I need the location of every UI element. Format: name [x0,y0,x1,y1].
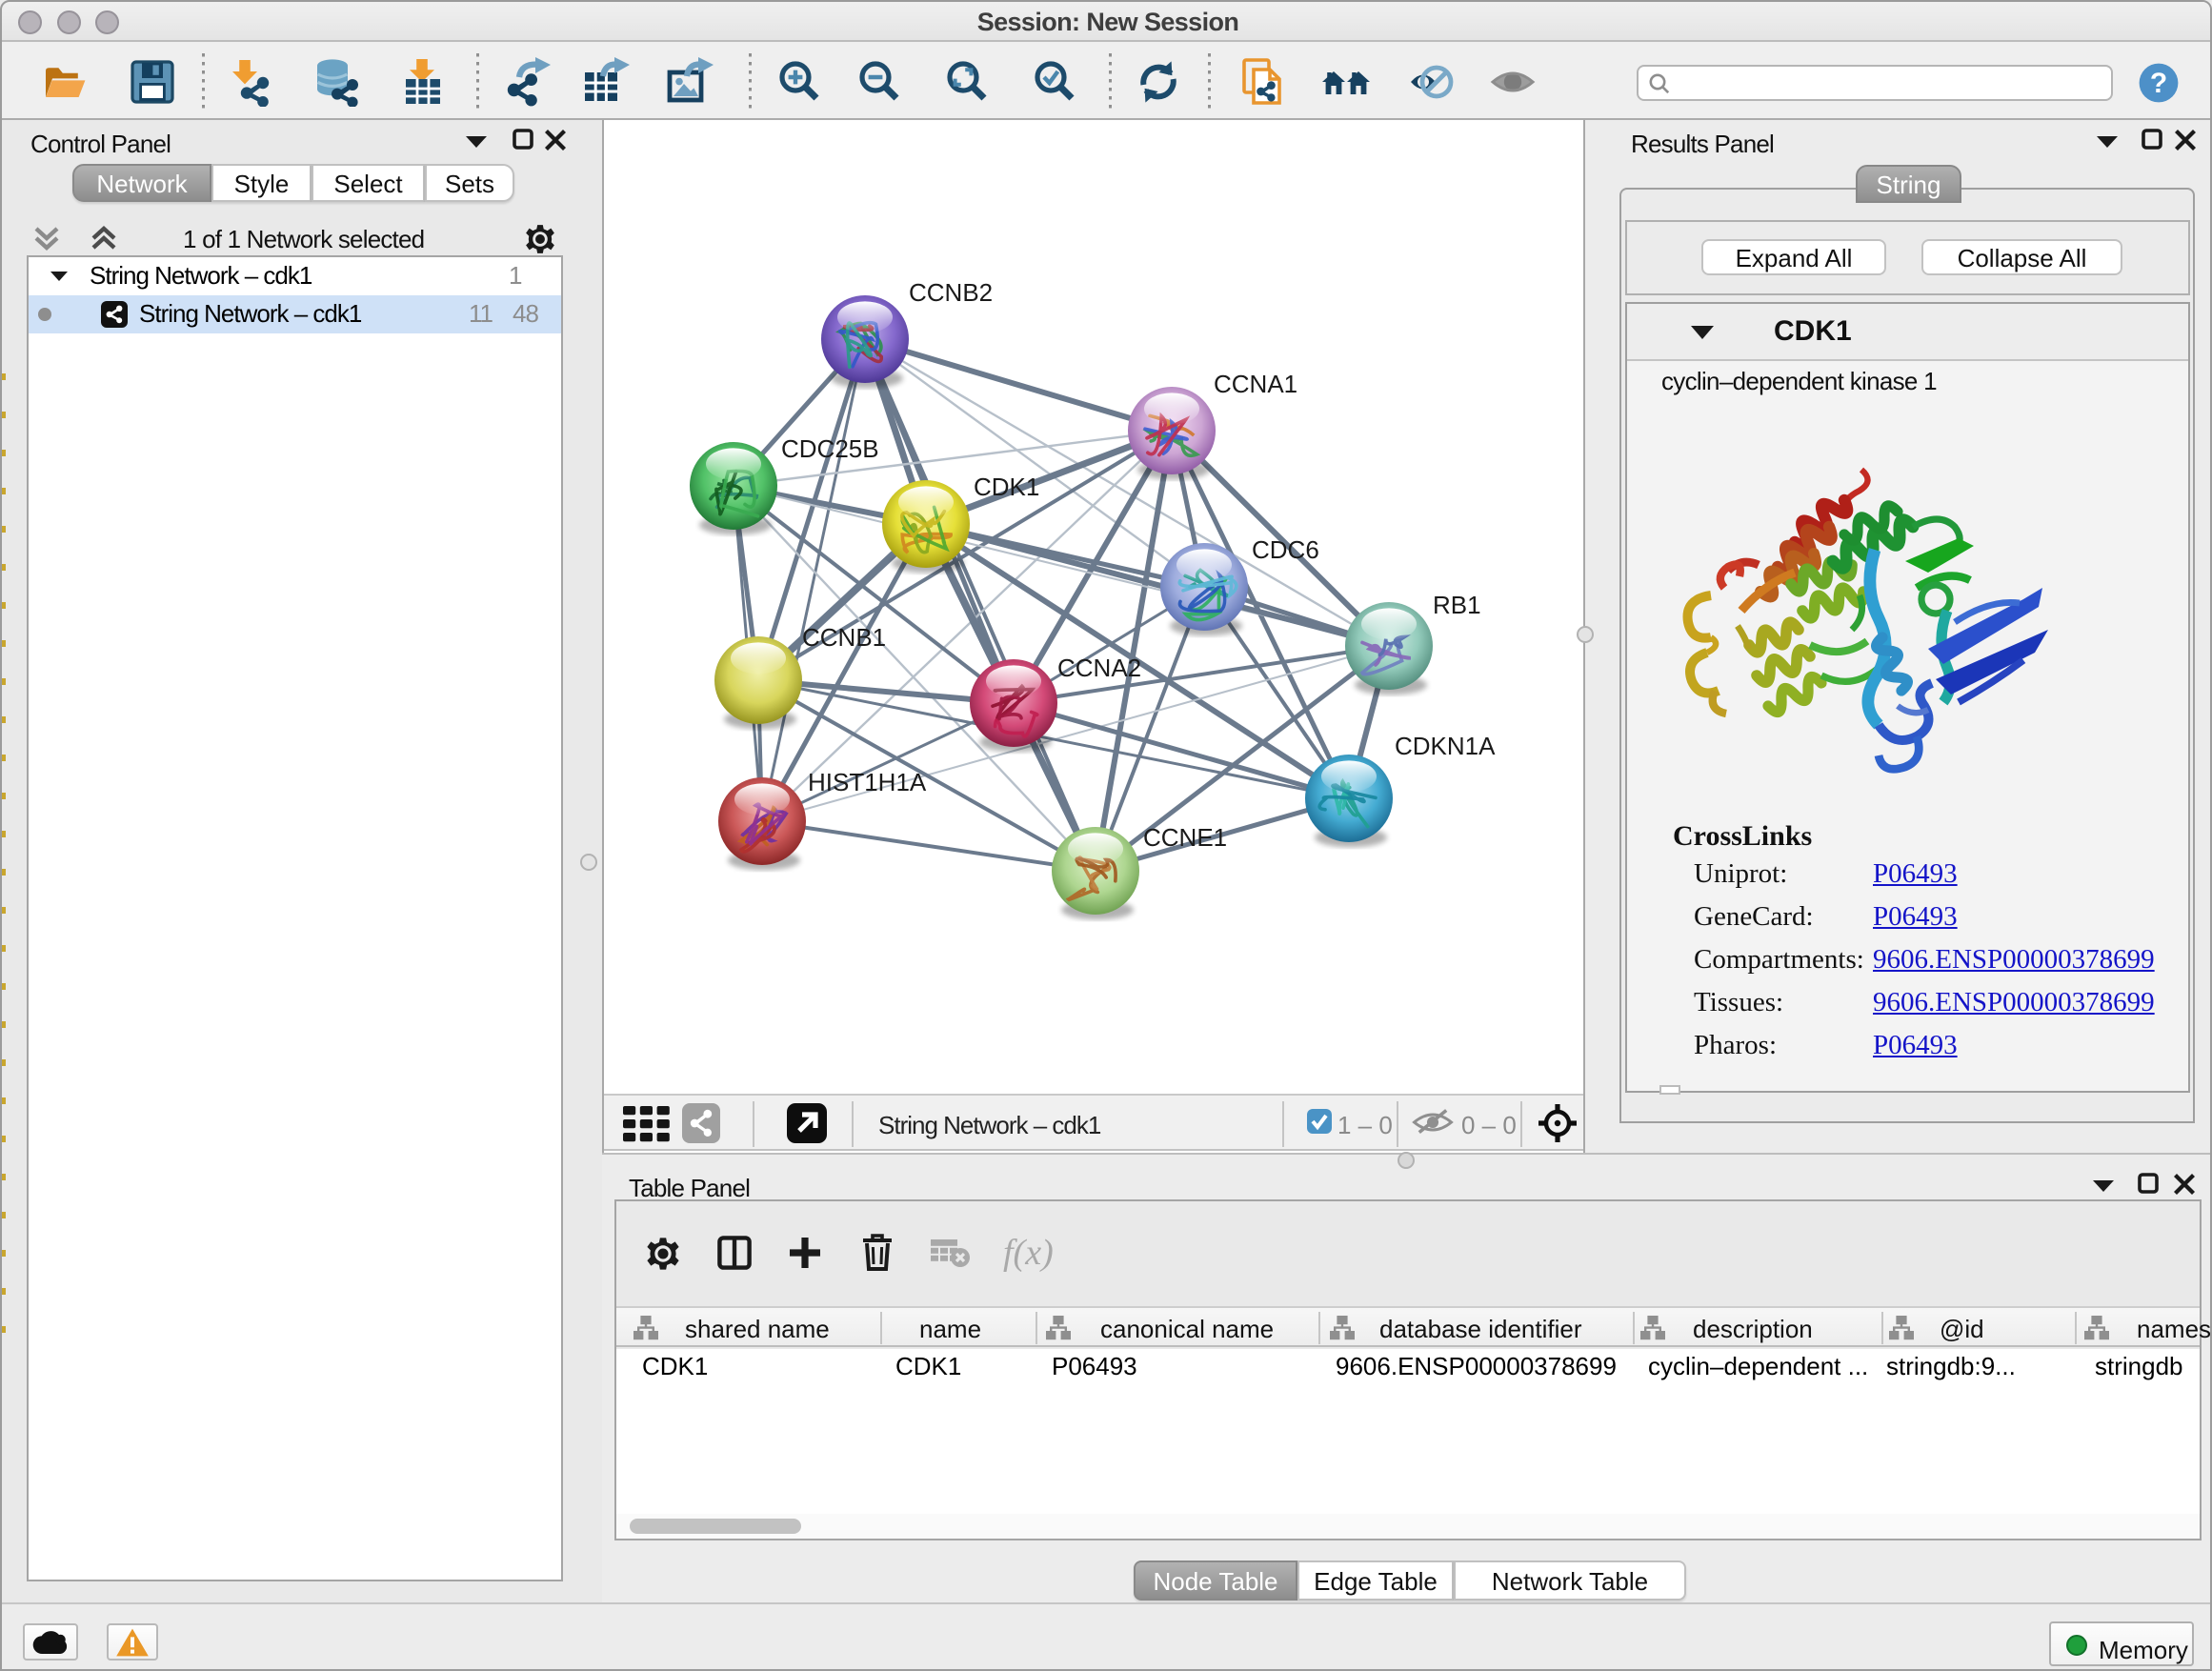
svg-text:CCNA1: CCNA1 [1214,370,1297,398]
svg-text:CCNE1: CCNE1 [1143,823,1227,852]
svg-text:CCNB1: CCNB1 [802,623,886,652]
svg-text:CDKN1A: CDKN1A [1395,732,1496,760]
svg-text:RB1: RB1 [1433,591,1481,619]
svg-text:?: ? [2150,68,2167,99]
svg-text:CDC6: CDC6 [1252,535,1319,564]
svg-text:CDC25B: CDC25B [781,434,879,463]
svg-text:CDK1: CDK1 [974,473,1039,501]
svg-text:CCNA2: CCNA2 [1057,654,1141,682]
svg-text:CCNB2: CCNB2 [909,278,993,307]
svg-text:HIST1H1A: HIST1H1A [808,768,927,796]
